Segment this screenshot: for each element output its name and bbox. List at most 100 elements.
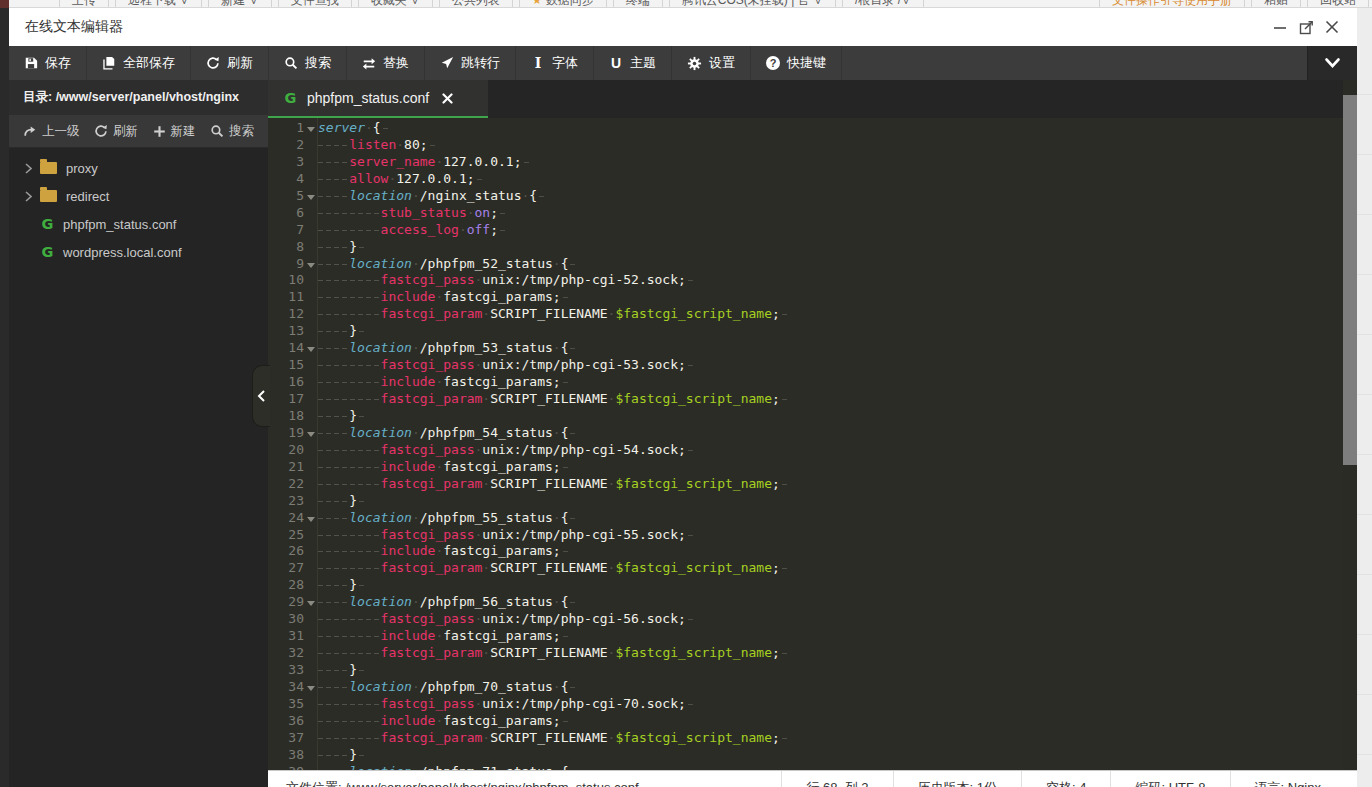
font-icon: I bbox=[531, 55, 545, 71]
close-icon[interactable] bbox=[1323, 18, 1341, 36]
up-level-button[interactable]: 上一级 bbox=[23, 123, 80, 140]
code-line: 11include·fastcgi_params; bbox=[268, 289, 1357, 306]
search-icon bbox=[210, 124, 224, 138]
tree-file-phpfpm_status.conf[interactable]: Gphpfpm_status.conf bbox=[9, 210, 268, 238]
gutter-spacer bbox=[304, 645, 318, 662]
save-all-button[interactable]: 全部保存 bbox=[87, 46, 191, 80]
fold-arrow-icon[interactable] bbox=[304, 510, 318, 527]
code-line: 19location·/phpfpm_54_status·{ bbox=[268, 425, 1357, 442]
fold-arrow-icon[interactable] bbox=[304, 256, 318, 273]
background-toolbar-item: 公共列表 bbox=[439, 0, 513, 8]
new-file-button[interactable]: 新建 bbox=[153, 123, 196, 140]
gutter-spacer bbox=[304, 442, 318, 459]
gutter-spacer bbox=[304, 611, 318, 628]
goto-line-icon bbox=[440, 56, 454, 70]
conf-file-icon: G bbox=[283, 90, 298, 106]
fold-arrow-icon[interactable] bbox=[304, 594, 318, 611]
code-line: 12fastcgi_param·SCRIPT_FILENAME·$fastcgi… bbox=[268, 306, 1357, 323]
code-line: 13} bbox=[268, 323, 1357, 340]
gutter-spacer bbox=[304, 357, 318, 374]
gutter-spacer bbox=[304, 408, 318, 425]
font-button[interactable]: I字体 bbox=[516, 46, 594, 80]
settings-button[interactable]: 设置 bbox=[672, 46, 751, 80]
code-line: 36include·fastcgi_params; bbox=[268, 713, 1357, 730]
code-line: 25fastcgi_pass·unix:/tmp/php-cgi-55.sock… bbox=[268, 527, 1357, 544]
background-toolbar-item: 粘贴 bbox=[1251, 0, 1301, 8]
online-text-editor-dialog: 在线文本编辑器 保存全部保存刷新搜索替换跳转行I字体U主题设置?快捷键 目录: … bbox=[9, 8, 1357, 787]
editor-toolbar: 保存全部保存刷新搜索替换跳转行I字体U主题设置?快捷键 bbox=[9, 46, 1357, 80]
fold-arrow-icon[interactable] bbox=[304, 188, 318, 205]
code-line: 15fastcgi_pass·unix:/tmp/php-cgi-53.sock… bbox=[268, 357, 1357, 374]
code-line: 3server_name·127.0.0.1; bbox=[268, 154, 1357, 171]
scrollbar-thumb[interactable] bbox=[1343, 95, 1357, 465]
refresh-tree-button[interactable]: 刷新 bbox=[94, 123, 138, 140]
save-icon bbox=[24, 56, 38, 70]
fold-arrow-icon[interactable] bbox=[304, 679, 318, 696]
background-page-corner bbox=[0, 0, 9, 8]
tree-folder-proxy[interactable]: proxy bbox=[9, 154, 268, 182]
tab-close-icon[interactable] bbox=[442, 93, 453, 104]
code-line: 35fastcgi_pass·unix:/tmp/php-cgi-70.sock… bbox=[268, 696, 1357, 713]
code-line: 29location·/phpfpm_56_status·{ bbox=[268, 594, 1357, 611]
background-toolbar-item: 文件操作引导使用手册 bbox=[1099, 0, 1245, 8]
code-line: 34location·/phpfpm_70_status·{ bbox=[268, 679, 1357, 696]
tree-folder-redirect[interactable]: redirect bbox=[9, 182, 268, 210]
window-controls bbox=[1271, 18, 1341, 36]
tab-label: phpfpm_status.conf bbox=[307, 90, 429, 106]
theme-button[interactable]: U主题 bbox=[594, 46, 672, 80]
code-line: 9location·/phpfpm_52_status·{ bbox=[268, 256, 1357, 273]
code-line: 2listen·80; bbox=[268, 137, 1357, 154]
status-segment: 语言: Nginx bbox=[1230, 771, 1345, 787]
status-file-location: 文件位置: /www/server/panel/vhost/nginx/phpf… bbox=[286, 779, 781, 787]
code-line: 38} bbox=[268, 747, 1357, 764]
code-line: 14location·/phpfpm_53_status·{ bbox=[268, 340, 1357, 357]
chevron-right-icon[interactable] bbox=[25, 163, 40, 174]
code-line: 18} bbox=[268, 408, 1357, 425]
gutter-spacer bbox=[304, 323, 318, 340]
sidebar-collapse-handle[interactable] bbox=[252, 365, 270, 427]
code-line: 23} bbox=[268, 493, 1357, 510]
gutter-spacer bbox=[304, 543, 318, 560]
maximize-icon[interactable] bbox=[1297, 18, 1315, 36]
tree-file-wordpress.local.conf[interactable]: Gwordpress.local.conf bbox=[9, 238, 268, 266]
replace-button[interactable]: 替换 bbox=[347, 46, 425, 80]
code-editor[interactable]: 1server·{2listen·80;3server_name·127.0.0… bbox=[268, 118, 1357, 787]
gutter-spacer bbox=[304, 493, 318, 510]
fold-arrow-icon[interactable] bbox=[304, 120, 318, 137]
save-all-icon bbox=[102, 56, 116, 70]
code-line: 37fastcgi_param·SCRIPT_FILENAME·$fastcgi… bbox=[268, 730, 1357, 747]
fold-arrow-icon[interactable] bbox=[304, 425, 318, 442]
refresh-button[interactable]: 刷新 bbox=[191, 46, 269, 80]
gutter-spacer bbox=[304, 272, 318, 289]
fold-arrow-icon[interactable] bbox=[304, 340, 318, 357]
search-button[interactable]: 搜索 bbox=[269, 46, 347, 80]
save-button[interactable]: 保存 bbox=[9, 46, 87, 80]
gutter-spacer bbox=[304, 222, 318, 239]
toolbar-expand-button[interactable] bbox=[1307, 46, 1357, 80]
status-segment: 行 68, 列 2 bbox=[781, 771, 892, 787]
search-tree-button[interactable]: 搜索 bbox=[210, 123, 254, 140]
code-line: 31include·fastcgi_params; bbox=[268, 628, 1357, 645]
code-line: 28} bbox=[268, 577, 1357, 594]
file-sidebar: 目录: /www/server/panel/vhost/nginx 上一级刷新新… bbox=[9, 80, 268, 787]
gutter-spacer bbox=[304, 577, 318, 594]
hotkeys-button[interactable]: ?快捷键 bbox=[751, 46, 842, 80]
goto-line-button[interactable]: 跳转行 bbox=[425, 46, 516, 80]
background-toolbar-item: 收藏夹 ∨ bbox=[358, 0, 433, 8]
editor-scrollbar[interactable] bbox=[1343, 80, 1357, 770]
gutter-spacer bbox=[304, 628, 318, 645]
background-file-manager-toolbar: 上传远程下载 ∨新建 ∨文件查找收藏夹 ∨公共列表★数据同步终端腾讯云COS(未… bbox=[0, 0, 1372, 8]
refresh-icon bbox=[206, 56, 220, 70]
refresh-icon bbox=[94, 124, 108, 138]
chevron-right-icon[interactable] bbox=[25, 191, 40, 202]
star-icon: ★ bbox=[532, 0, 542, 7]
gutter-spacer bbox=[304, 730, 318, 747]
conf-file-icon: G bbox=[40, 216, 55, 232]
background-toolbar-item: 回收站 bbox=[1307, 0, 1369, 8]
tab-phpfpm-status-conf[interactable]: G phpfpm_status.conf bbox=[268, 80, 488, 118]
gutter-spacer bbox=[304, 527, 318, 544]
gutter-spacer bbox=[304, 374, 318, 391]
conf-file-icon: G bbox=[40, 244, 55, 260]
minimize-icon[interactable] bbox=[1271, 18, 1289, 36]
gutter-spacer bbox=[304, 171, 318, 188]
